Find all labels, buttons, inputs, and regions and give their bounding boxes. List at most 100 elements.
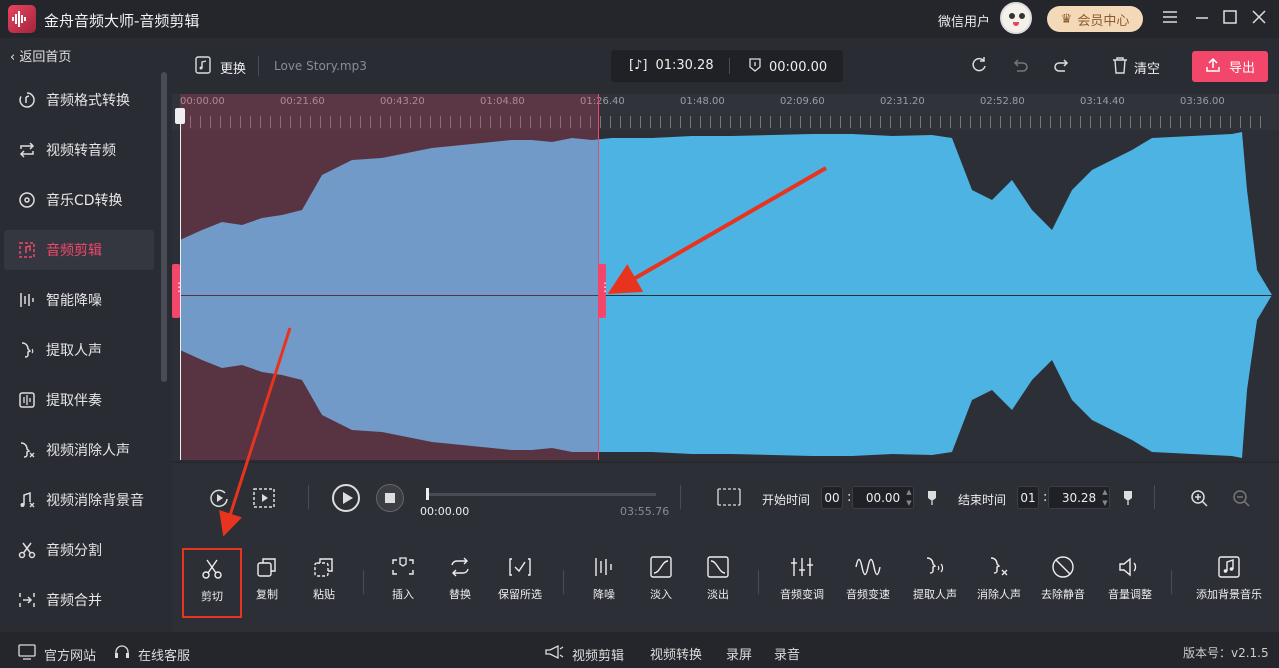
change-file-button[interactable]: 更换 xyxy=(194,56,246,78)
tool-label: 降噪 xyxy=(593,588,615,601)
extract-voice-button[interactable]: 提取人声 xyxy=(905,548,965,618)
zoom-out-icon[interactable] xyxy=(1232,489,1250,511)
insert-button[interactable]: 插入 xyxy=(373,548,433,618)
tool-label: 淡入 xyxy=(650,588,672,601)
website-label: 官方网站 xyxy=(44,648,97,664)
ruler-label: 03:14.40 xyxy=(1080,96,1125,107)
playhead-handle[interactable] xyxy=(175,108,185,124)
undo-icon[interactable] xyxy=(1011,56,1031,76)
sidebar-item-label: 音频合并 xyxy=(46,593,102,609)
sidebar-item-format-convert[interactable]: 音频格式转换 xyxy=(4,80,154,120)
user-name[interactable]: 微信用户 xyxy=(938,11,990,30)
video-edit-link[interactable]: 视频剪辑 xyxy=(544,644,624,664)
back-home-link[interactable]: ‹ 返回首页 xyxy=(10,46,71,65)
music-convert-icon xyxy=(16,89,38,111)
official-website-link[interactable]: 官方网站 xyxy=(18,644,96,664)
divider xyxy=(680,485,681,509)
edit-tools-bar: 剪切 复制 粘贴 插入 替换 保留所选 降噪 淡入 淡出 音频变调 音频变速 提… xyxy=(172,532,1279,632)
vip-center-button[interactable]: ♛ 会员中心 xyxy=(1047,6,1143,32)
add-bg-music-button[interactable]: 添加背景音乐 xyxy=(1190,548,1268,618)
end-marker-icon[interactable] xyxy=(1123,490,1133,510)
copy-icon xyxy=(237,548,297,586)
export-button[interactable]: 导出 xyxy=(1192,51,1268,82)
waveform-panel[interactable]: 00:00.00 00:21.60 00:43.20 01:04.80 01:2… xyxy=(172,94,1279,460)
loop-play-icon[interactable] xyxy=(208,487,230,513)
denoise-button[interactable]: 降噪 xyxy=(574,548,634,618)
transport-bar: 00:00.00 03:55.76 开始时间 00 : 00.00 ▲ ▼ 结束时… xyxy=(172,462,1279,532)
progress-knob[interactable] xyxy=(426,488,429,500)
title-bar: 金舟音频大师-音频剪辑 微信用户 ♛ 会员中心 xyxy=(0,0,1279,38)
sidebar-item-video-to-audio[interactable]: 视频转音频 xyxy=(4,130,154,170)
sidebar-item-extract-voice[interactable]: 提取人声 xyxy=(4,330,154,370)
pitch-button[interactable]: 音频变调 xyxy=(772,548,832,618)
ruler-label: 02:31.20 xyxy=(880,96,925,107)
shield-marker-icon xyxy=(749,58,761,76)
stop-button[interactable] xyxy=(376,484,404,512)
sidebar-item-video-remove-voice[interactable]: 视频消除人声 xyxy=(4,430,154,470)
start-hour-input[interactable]: 00 xyxy=(821,486,843,509)
cut-button[interactable]: 剪切 xyxy=(182,548,242,618)
online-service-link[interactable]: 在线客服 xyxy=(114,644,190,664)
speed-wave-icon xyxy=(838,548,898,586)
replace-icon xyxy=(430,548,490,586)
scissors-icon xyxy=(184,550,240,588)
sidebar-item-cd-convert[interactable]: 音乐CD转换 xyxy=(4,180,154,220)
play-button[interactable] xyxy=(332,484,360,512)
volume-button[interactable]: 音量调整 xyxy=(1100,548,1160,618)
sidebar-item-label: 音乐CD转换 xyxy=(46,193,123,209)
speed-button[interactable]: 音频变速 xyxy=(838,548,898,618)
sidebar-scrollbar[interactable] xyxy=(161,72,167,382)
sidebar-item-video-remove-bg[interactable]: 视频消除背景音 xyxy=(4,480,154,520)
remove-voice-button[interactable]: 消除人声 xyxy=(969,548,1029,618)
chevron-left-icon: ‹ xyxy=(10,50,20,65)
convert-arrows-icon xyxy=(16,139,38,161)
colon: : xyxy=(847,490,852,505)
minimize-icon[interactable] xyxy=(1194,9,1214,29)
insert-icon xyxy=(373,548,433,586)
sidebar-item-audio-merge[interactable]: 音频合并 xyxy=(4,580,154,620)
copy-button[interactable]: 复制 xyxy=(237,548,297,618)
end-time-stepper[interactable]: ▲ ▼ xyxy=(1100,487,1110,509)
remove-silence-button[interactable]: 去除静音 xyxy=(1033,548,1093,618)
sidebar-item-audio-split[interactable]: 音频分割 xyxy=(4,530,154,570)
clear-button[interactable]: 清空 xyxy=(1112,56,1160,78)
sidebar-item-audio-edit[interactable]: 音频剪辑 xyxy=(4,230,154,270)
denoise-icon xyxy=(574,548,634,586)
tool-label: 复制 xyxy=(256,588,278,601)
video-convert-link[interactable]: 视频转换 xyxy=(650,644,702,663)
paste-icon xyxy=(294,548,354,586)
avatar[interactable] xyxy=(1000,2,1032,34)
selection-end-handle[interactable] xyxy=(598,264,611,318)
file-name: Love Story.mp3 xyxy=(274,59,367,73)
menu-icon[interactable] xyxy=(1162,9,1182,29)
replace-button[interactable]: 替换 xyxy=(430,548,490,618)
ruler-label: 02:52.80 xyxy=(980,96,1025,107)
sidebar-item-denoise[interactable]: 智能降噪 xyxy=(4,280,154,320)
paste-button[interactable]: 粘贴 xyxy=(294,548,354,618)
ruler-label: 02:09.60 xyxy=(780,96,825,107)
sidebar-item-extract-accompaniment[interactable]: 提取伴奏 xyxy=(4,380,154,420)
close-icon[interactable] xyxy=(1251,9,1271,29)
fade-in-button[interactable]: 淡入 xyxy=(631,548,691,618)
remove-voice-icon xyxy=(969,548,1029,586)
start-time-stepper[interactable]: ▲ ▼ xyxy=(904,487,914,509)
play-selection-icon[interactable] xyxy=(252,487,276,513)
playback-progress[interactable] xyxy=(426,488,656,500)
tool-label: 插入 xyxy=(392,588,414,601)
export-label: 导出 xyxy=(1228,61,1255,76)
end-hour-input[interactable]: 01 xyxy=(1017,486,1039,509)
selected-region[interactable] xyxy=(180,94,598,460)
music-file-icon xyxy=(194,56,212,78)
tool-label: 音频变调 xyxy=(780,588,824,601)
redo-icon[interactable] xyxy=(1053,56,1073,76)
selection-start-handle[interactable] xyxy=(172,264,185,318)
record-screen-link[interactable]: 录屏 xyxy=(726,644,752,663)
keep-selection-button[interactable]: 保留所选 xyxy=(490,548,550,618)
record-audio-label: 录音 xyxy=(774,648,801,663)
maximize-icon[interactable] xyxy=(1222,9,1242,29)
start-marker-icon[interactable] xyxy=(927,490,937,510)
record-audio-link[interactable]: 录音 xyxy=(774,644,800,663)
refresh-icon[interactable] xyxy=(970,56,990,76)
fade-out-button[interactable]: 淡出 xyxy=(688,548,748,618)
zoom-in-icon[interactable] xyxy=(1190,489,1208,511)
